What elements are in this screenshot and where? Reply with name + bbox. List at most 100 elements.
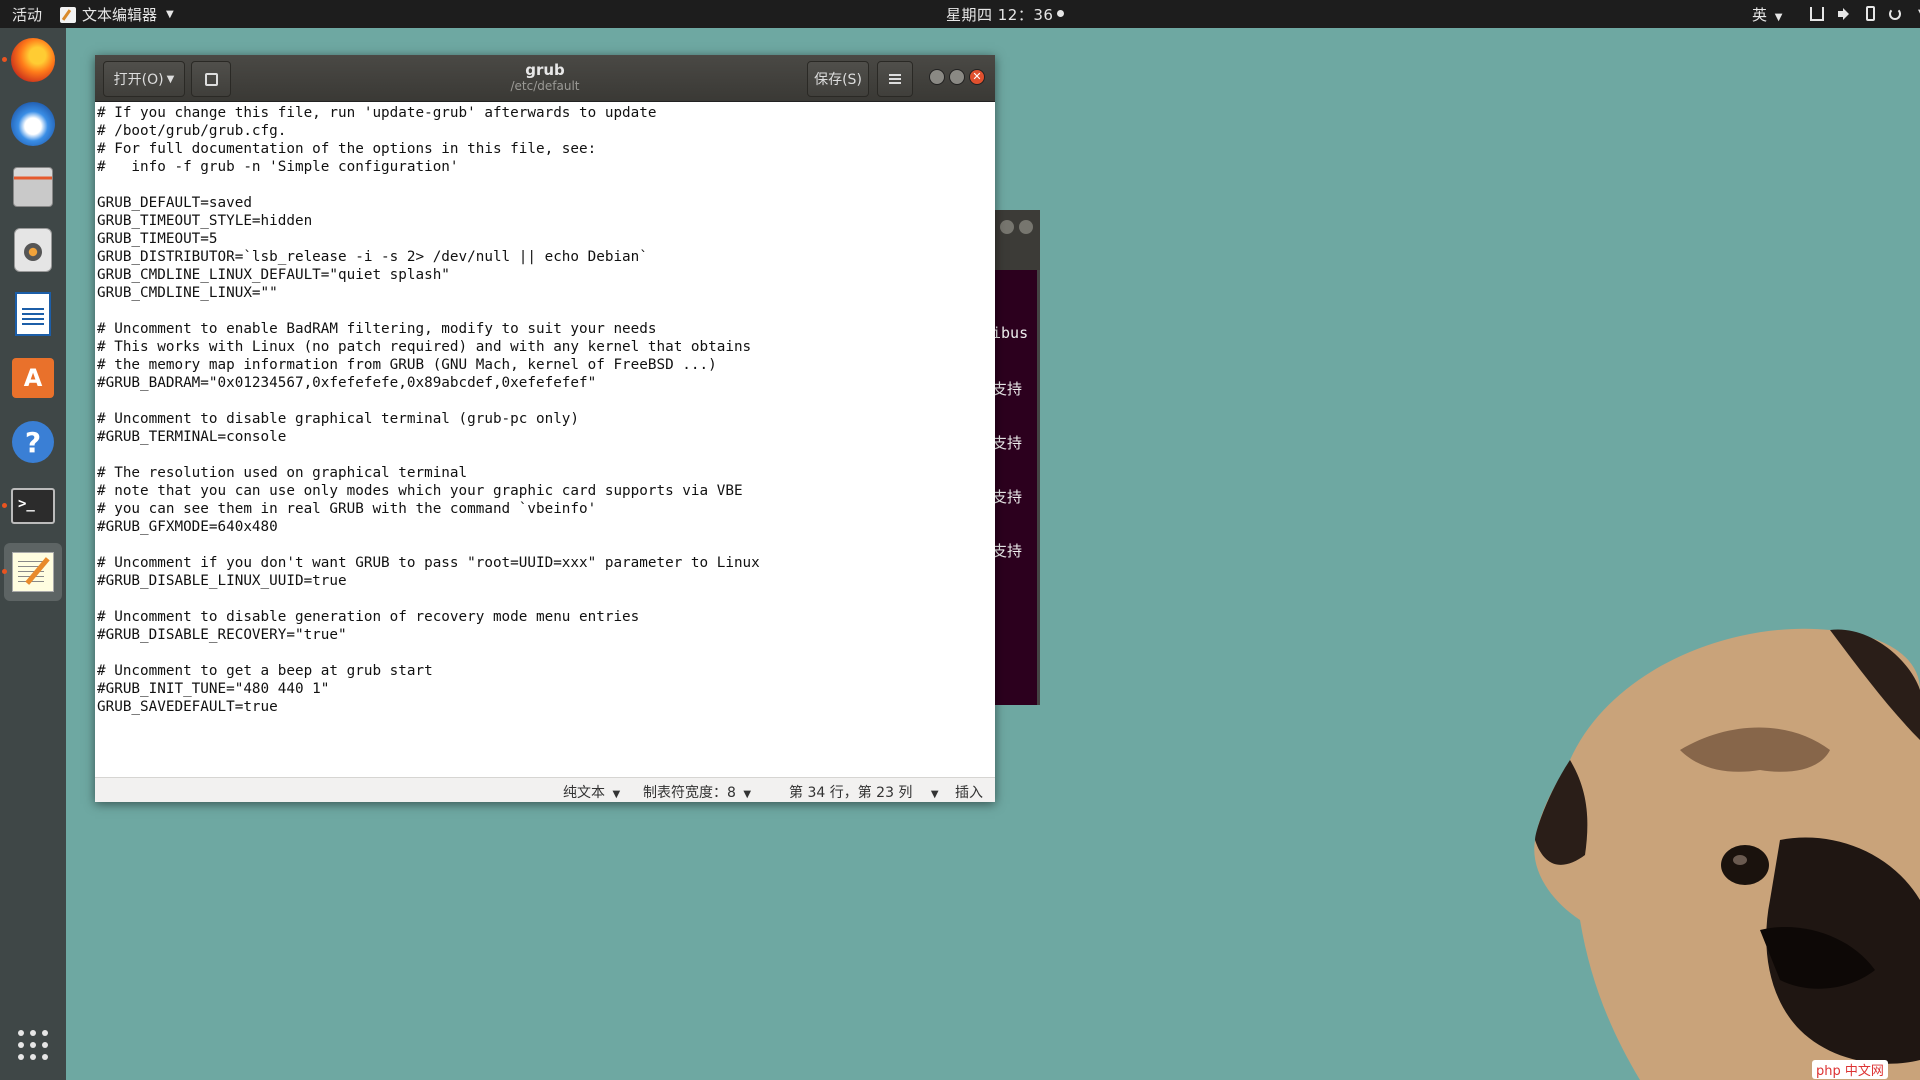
terminal-line: ibus bbox=[992, 324, 1029, 342]
dock-firefox[interactable] bbox=[2, 36, 57, 84]
document-content[interactable]: # If you change this file, run 'update-g… bbox=[97, 104, 760, 716]
dock: A ? >_ bbox=[0, 28, 66, 1080]
header-bar[interactable]: 打开(O) ▼ grub /etc/default 保存(S) ✕ bbox=[95, 55, 995, 102]
maximize-icon[interactable] bbox=[1000, 220, 1014, 234]
dock-files[interactable] bbox=[9, 163, 57, 211]
language-selector[interactable]: 纯文本 ▼ bbox=[563, 782, 620, 802]
text-line[interactable]: # Uncomment to get a beep at grub start bbox=[97, 662, 760, 680]
volume-icon bbox=[1838, 7, 1852, 21]
dock-terminal[interactable]: >_ bbox=[2, 482, 57, 530]
minimize-icon[interactable] bbox=[929, 69, 945, 85]
text-line[interactable]: #GRUB_TERMINAL=console bbox=[97, 428, 760, 446]
text-line[interactable] bbox=[97, 446, 760, 464]
input-method-menu[interactable]: 英 ▼ bbox=[1752, 4, 1783, 25]
hamburger-menu-button[interactable] bbox=[877, 61, 913, 97]
text-line[interactable]: # Uncomment to enable BadRAM filtering, … bbox=[97, 320, 760, 338]
text-line[interactable]: GRUB_CMDLINE_LINUX="" bbox=[97, 284, 760, 302]
dock-thunderbird[interactable] bbox=[9, 100, 57, 148]
dock-text-editor[interactable] bbox=[2, 543, 62, 601]
app-menu[interactable]: 文本编辑器 ▼ bbox=[60, 4, 174, 25]
language-label: 纯文本 bbox=[563, 785, 605, 801]
power-icon bbox=[1889, 7, 1901, 20]
thunderbird-icon bbox=[11, 102, 55, 146]
terminal-window[interactable]: ibus 支持 支持 支持 支持 bbox=[990, 210, 1040, 705]
text-line[interactable]: GRUB_DEFAULT=saved bbox=[97, 194, 760, 212]
pug-wallpaper-image bbox=[1534, 628, 1920, 1080]
software-center-icon: A bbox=[12, 358, 54, 398]
running-indicator bbox=[2, 569, 7, 574]
clock-label: 星期四 12：36 bbox=[946, 6, 1054, 24]
terminal-titlebar[interactable] bbox=[990, 210, 1040, 270]
text-line[interactable] bbox=[97, 590, 760, 608]
window-controls: ✕ bbox=[929, 69, 985, 85]
firefox-icon bbox=[11, 38, 55, 82]
close-icon[interactable] bbox=[1019, 220, 1033, 234]
chevron-down-icon: ▼ bbox=[166, 9, 174, 20]
text-line[interactable]: #GRUB_BADRAM="0x01234567,0xfefefefe,0x89… bbox=[97, 374, 760, 392]
save-button[interactable]: 保存(S) bbox=[807, 61, 869, 97]
text-line[interactable]: GRUB_SAVEDEFAULT=true bbox=[97, 698, 760, 716]
terminal-line: 支持 bbox=[992, 542, 1023, 560]
text-line[interactable]: GRUB_DISTRIBUTOR=`lsb_release -i -s 2> /… bbox=[97, 248, 760, 266]
cursor-position-label: 第 34 行，第 23 列 bbox=[789, 785, 913, 801]
cursor-position-selector[interactable]: 第 34 行，第 23 列 ▼ bbox=[789, 782, 939, 802]
rhythmbox-icon bbox=[14, 228, 52, 272]
top-bar: 活动 文本编辑器 ▼ 星期四 12：36 英 ▼ ▼ bbox=[0, 0, 1920, 28]
text-view[interactable]: # If you change this file, run 'update-g… bbox=[95, 102, 995, 777]
text-line[interactable]: #GRUB_GFXMODE=640x480 bbox=[97, 518, 760, 536]
text-line[interactable]: # /boot/grub/grub.cfg. bbox=[97, 122, 760, 140]
text-line[interactable]: GRUB_CMDLINE_LINUX_DEFAULT="quiet splash… bbox=[97, 266, 760, 284]
help-icon: ? bbox=[12, 421, 54, 463]
text-line[interactable] bbox=[97, 644, 760, 662]
text-editor-icon bbox=[60, 6, 76, 23]
clock[interactable]: 星期四 12：36 bbox=[946, 4, 1065, 25]
running-indicator bbox=[2, 503, 7, 508]
text-line[interactable]: #GRUB_INIT_TUNE="480 440 1" bbox=[97, 680, 760, 698]
input-method-label: 英 bbox=[1752, 6, 1768, 24]
text-line[interactable] bbox=[97, 302, 760, 320]
text-line[interactable]: GRUB_TIMEOUT_STYLE=hidden bbox=[97, 212, 760, 230]
chevron-down-icon: ▼ bbox=[930, 789, 939, 800]
text-editor-icon bbox=[12, 552, 54, 592]
terminal-line: 支持 bbox=[992, 488, 1023, 506]
terminal-icon: >_ bbox=[11, 488, 55, 524]
text-line[interactable]: # This works with Linux (no patch requir… bbox=[97, 338, 760, 356]
notification-dot-icon bbox=[1057, 10, 1065, 17]
libreoffice-writer-icon bbox=[15, 292, 51, 336]
text-line[interactable]: # If you change this file, run 'update-g… bbox=[97, 104, 760, 122]
files-icon bbox=[13, 167, 53, 207]
activities-button[interactable]: 活动 bbox=[12, 4, 42, 25]
text-line[interactable]: # Uncomment to disable graphical termina… bbox=[97, 410, 760, 428]
text-line[interactable] bbox=[97, 536, 760, 554]
text-line[interactable]: # the memory map information from GRUB (… bbox=[97, 356, 760, 374]
text-line[interactable]: #GRUB_DISABLE_RECOVERY="true" bbox=[97, 626, 760, 644]
tab-width-label: 制表符宽度：8 bbox=[643, 785, 736, 801]
tab-width-selector[interactable]: 制表符宽度：8 ▼ bbox=[643, 782, 751, 802]
app-menu-label: 文本编辑器 bbox=[82, 6, 158, 24]
watermark-logo: php 中文网 bbox=[1812, 1060, 1888, 1079]
text-line[interactable]: # Uncomment to disable generation of rec… bbox=[97, 608, 760, 626]
insert-mode-label[interactable]: 插入 bbox=[955, 782, 983, 802]
text-line[interactable]: GRUB_TIMEOUT=5 bbox=[97, 230, 760, 248]
dock-writer[interactable] bbox=[9, 290, 57, 338]
text-line[interactable]: # you can see them in real GRUB with the… bbox=[97, 500, 760, 518]
text-line[interactable]: # info -f grub -n 'Simple configuration' bbox=[97, 158, 760, 176]
text-editor-window: 打开(O) ▼ grub /etc/default 保存(S) ✕ # If y… bbox=[95, 55, 995, 802]
show-applications-button[interactable] bbox=[18, 1030, 48, 1060]
text-line[interactable] bbox=[97, 176, 760, 194]
system-tray[interactable]: ▼ bbox=[1810, 6, 1920, 21]
text-line[interactable]: # Uncomment if you don't want GRUB to pa… bbox=[97, 554, 760, 572]
text-line[interactable]: # The resolution used on graphical termi… bbox=[97, 464, 760, 482]
maximize-icon[interactable] bbox=[949, 69, 965, 85]
dock-software[interactable]: A bbox=[9, 354, 57, 402]
dock-help[interactable]: ? bbox=[9, 418, 57, 466]
terminal-line: 支持 bbox=[992, 380, 1023, 398]
text-line[interactable] bbox=[97, 392, 760, 410]
text-line[interactable]: # For full documentation of the options … bbox=[97, 140, 760, 158]
running-indicator bbox=[2, 57, 7, 62]
network-icon bbox=[1810, 6, 1824, 21]
text-line[interactable]: # note that you can use only modes which… bbox=[97, 482, 760, 500]
dock-rhythmbox[interactable] bbox=[9, 226, 57, 274]
close-icon[interactable]: ✕ bbox=[969, 69, 985, 85]
text-line[interactable]: #GRUB_DISABLE_LINUX_UUID=true bbox=[97, 572, 760, 590]
